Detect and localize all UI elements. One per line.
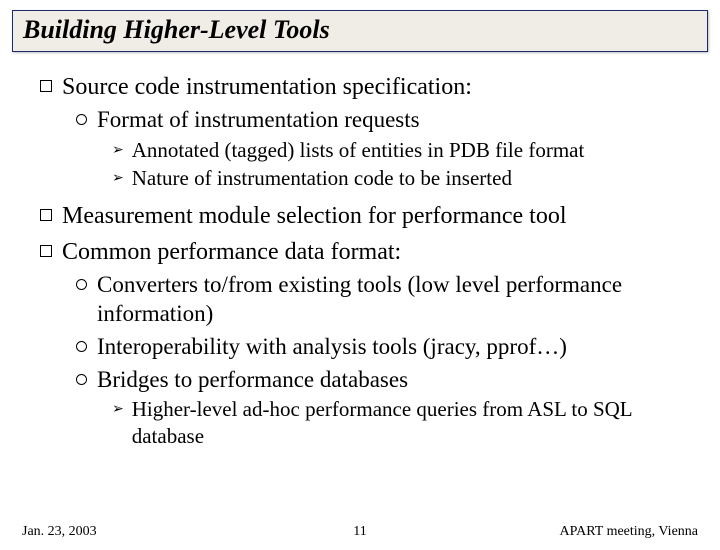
list-item: ➢ Nature of instrumentation code to be i… [112, 165, 692, 191]
bullet-text: Nature of instrumentation code to be ins… [132, 165, 512, 191]
list-item: Interoperability with analysis tools (jr… [76, 333, 692, 362]
list-item: Converters to/from existing tools (low l… [76, 271, 692, 329]
arrow-bullet-icon: ➢ [112, 141, 124, 158]
circle-bullet-icon [76, 341, 87, 352]
list-item: Measurement module selection for perform… [40, 201, 692, 231]
list-item: ➢ Annotated (tagged) lists of entities i… [112, 137, 692, 163]
list-item: Bridges to performance databases [76, 366, 692, 395]
title-bar: Building Higher-Level Tools [12, 10, 708, 52]
slide-title: Building Higher-Level Tools [23, 15, 697, 45]
footer-date: Jan. 23, 2003 [22, 524, 97, 540]
square-bullet-icon [40, 245, 52, 257]
bullet-text: Common performance data format: [62, 237, 401, 267]
bullet-text: Higher-level ad-hoc performance queries … [132, 396, 692, 449]
arrow-bullet-icon: ➢ [112, 400, 124, 417]
circle-bullet-icon [76, 114, 87, 125]
bullet-text: Converters to/from existing tools (low l… [97, 271, 692, 329]
bullet-text: Format of instrumentation requests [97, 106, 420, 135]
footer-page-number: 11 [353, 524, 366, 540]
bullet-text: Source code instrumentation specificatio… [62, 72, 472, 102]
list-item: ➢ Higher-level ad-hoc performance querie… [112, 396, 692, 449]
bullet-text: Bridges to performance databases [97, 366, 408, 395]
arrow-bullet-icon: ➢ [112, 169, 124, 186]
footer-venue: APART meeting, Vienna [560, 524, 698, 540]
square-bullet-icon [40, 209, 52, 221]
slide-content: Source code instrumentation specificatio… [0, 52, 720, 449]
bullet-text: Interoperability with analysis tools (jr… [97, 333, 567, 362]
circle-bullet-icon [76, 279, 87, 290]
list-item: Format of instrumentation requests [76, 106, 692, 135]
bullet-text: Annotated (tagged) lists of entities in … [132, 137, 585, 163]
list-item: Common performance data format: [40, 237, 692, 267]
list-item: Source code instrumentation specificatio… [40, 72, 692, 102]
square-bullet-icon [40, 80, 52, 92]
bullet-text: Measurement module selection for perform… [62, 201, 566, 231]
circle-bullet-icon [76, 374, 87, 385]
footer: Jan. 23, 2003 11 APART meeting, Vienna [0, 524, 720, 540]
